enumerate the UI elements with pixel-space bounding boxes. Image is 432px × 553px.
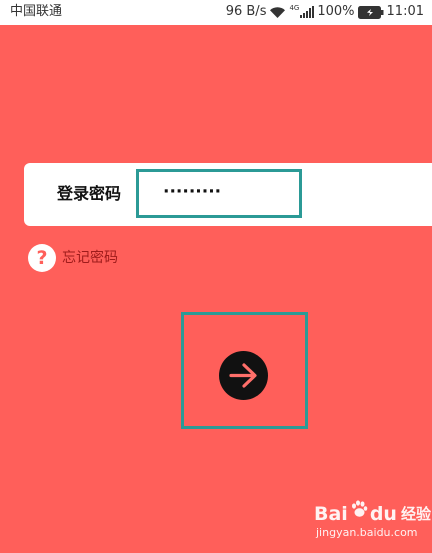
forgot-password-link[interactable]: ? 忘记密码 bbox=[28, 244, 118, 272]
watermark-url: jingyan.baidu.com bbox=[316, 526, 418, 539]
signal-icon bbox=[300, 6, 315, 18]
watermark-brand-right: du bbox=[369, 503, 397, 525]
password-value: ········· bbox=[163, 182, 222, 202]
battery-percent: 100% bbox=[317, 4, 355, 19]
network-speed: 96 B/s bbox=[225, 4, 267, 19]
carrier-name: 中国联通 bbox=[10, 4, 63, 19]
status-indicators: 96 B/s 4G 100% 11:01 bbox=[226, 4, 424, 20]
question-icon: ? bbox=[28, 244, 56, 272]
submit-button[interactable] bbox=[219, 351, 268, 400]
status-bar: 中国联通 96 B/s 4G 100% 11:01 bbox=[0, 0, 432, 25]
wifi-icon bbox=[269, 6, 286, 19]
clock: 11:01 bbox=[386, 4, 424, 19]
arrow-right-icon bbox=[229, 363, 257, 388]
paw-icon bbox=[350, 500, 368, 523]
battery-icon bbox=[357, 5, 384, 19]
network-type: 4G bbox=[289, 3, 300, 12]
forgot-password-label: 忘记密码 bbox=[62, 250, 118, 266]
watermark-brand-cn: 经验 bbox=[400, 505, 431, 523]
password-input[interactable]: ········· bbox=[136, 169, 302, 218]
password-label: 登录密码 bbox=[57, 184, 122, 203]
password-row: 登录密码 ········· bbox=[24, 163, 432, 226]
watermark-brand-left: Bai bbox=[314, 503, 348, 525]
baidu-jingyan-watermark: Bai du 经验 jingyan.baidu.com bbox=[314, 500, 431, 541]
